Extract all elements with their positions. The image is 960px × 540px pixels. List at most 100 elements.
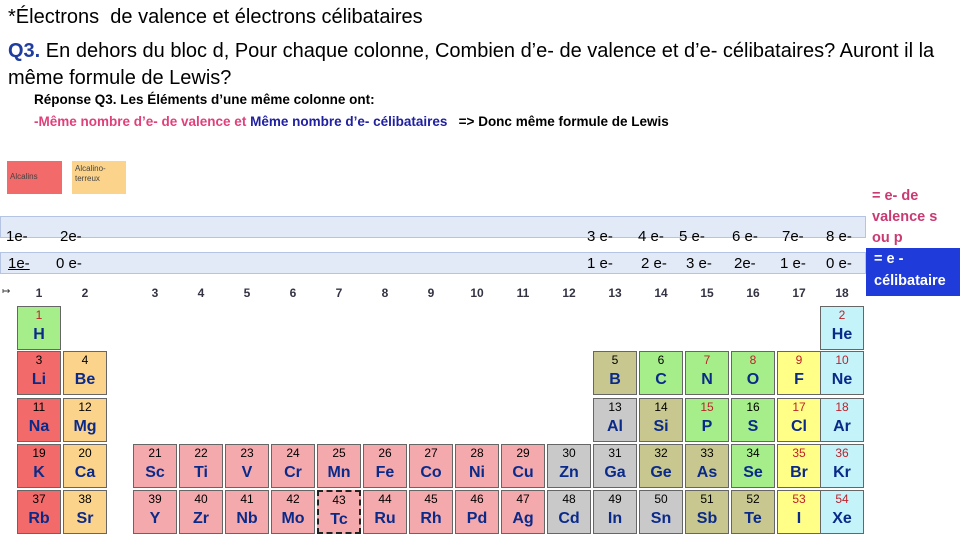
element-cell: 37 Rb: [17, 490, 61, 534]
page-title: *Électrons de valence et électrons célib…: [8, 6, 423, 28]
group-number: 13: [608, 286, 622, 300]
atomic-number: 50: [654, 492, 668, 506]
element-symbol: Zn: [559, 464, 579, 481]
element-symbol: Y: [149, 510, 161, 527]
element-symbol: Na: [28, 418, 50, 435]
element-cell: 45 Rh: [409, 490, 453, 534]
element-cell: 42 Mo: [271, 490, 315, 534]
question-prefix: Q3.: [8, 40, 41, 62]
celibataire-label: 1 e-: [780, 255, 806, 272]
element-symbol: Nb: [236, 510, 258, 527]
atomic-number: 49: [608, 492, 622, 506]
group-number: 18: [835, 286, 849, 300]
element-cell: 54 Xe: [820, 490, 864, 534]
atomic-number: 32: [654, 446, 668, 460]
element-cell: 41 Nb: [225, 490, 269, 534]
atomic-number: 24: [286, 446, 300, 460]
group-number: 16: [746, 286, 760, 300]
row-arrow-icon: ↦: [2, 286, 11, 297]
atomic-number: 30: [562, 446, 576, 460]
element-symbol: Ti: [194, 464, 208, 481]
element-cell: 33 As: [685, 444, 729, 488]
element-cell: 7N: [685, 351, 729, 395]
element-symbol: Ne: [831, 371, 853, 388]
note-valence: = e- de valence s ou p: [872, 188, 938, 246]
element-symbol: Ga: [604, 464, 626, 481]
group-number: 2: [81, 286, 89, 300]
atomic-number: 41: [240, 492, 254, 506]
element-cell: 3 Li: [17, 351, 61, 395]
element-cell: 22 Ti: [179, 444, 223, 488]
valence-label: 5 e-: [679, 228, 705, 245]
atomic-number: 8: [749, 353, 757, 367]
element-cell: 51 Sb: [685, 490, 729, 534]
atomic-number: 46: [470, 492, 484, 506]
valence-label: 2e-: [60, 228, 82, 245]
group-number: 11: [516, 286, 530, 300]
legend-alcalins: Alcalins: [7, 161, 62, 194]
element-cell: 10 Ne: [820, 351, 864, 395]
element-symbol: Be: [74, 371, 96, 388]
celibataire-label: 3 e-: [686, 255, 712, 272]
atomic-number: 10: [835, 353, 849, 367]
element-cell: 31 Ga: [593, 444, 637, 488]
element-symbol: Cu: [512, 464, 534, 481]
element-cell: 21 Sc: [133, 444, 177, 488]
element-symbol: Fe: [375, 464, 395, 481]
element-symbol: Cl: [791, 418, 807, 435]
atomic-number: 43: [332, 493, 346, 507]
element-symbol: He: [831, 326, 853, 343]
element-cell: 2 He: [820, 306, 864, 350]
element-symbol: Ar: [833, 418, 851, 435]
group-number: 7: [335, 286, 343, 300]
element-symbol: Xe: [832, 510, 852, 527]
atomic-number: 52: [746, 492, 760, 506]
element-symbol: N: [701, 371, 713, 388]
element-cell: 43 Tc: [317, 490, 361, 534]
celibataire-label: 0 e-: [826, 255, 852, 272]
element-cell: 5B: [593, 351, 637, 395]
element-symbol: Pd: [466, 510, 488, 527]
element-symbol: Ru: [374, 510, 396, 527]
element-cell: 52 Te: [731, 490, 775, 534]
group-number: 10: [470, 286, 484, 300]
atomic-number: 14: [654, 400, 668, 414]
element-cell: 14 Si: [639, 398, 683, 442]
element-symbol: Cr: [284, 464, 302, 481]
element-cell: 13 Al: [593, 398, 637, 442]
element-cell: 26 Fe: [363, 444, 407, 488]
element-symbol: B: [609, 371, 621, 388]
element-symbol: Sb: [696, 510, 718, 527]
element-symbol: Sc: [145, 464, 165, 481]
valence-label: 8 e-: [826, 228, 852, 245]
element-symbol: Li: [31, 371, 47, 388]
atomic-number: 31: [608, 446, 622, 460]
element-symbol: In: [607, 510, 623, 527]
element-symbol: Sn: [650, 510, 672, 527]
group-number: 14: [654, 286, 668, 300]
group-number: 15: [700, 286, 714, 300]
atomic-number: 4: [81, 353, 89, 367]
element-cell: 46 Pd: [455, 490, 499, 534]
atomic-number: 40: [194, 492, 208, 506]
atomic-number: 29: [516, 446, 530, 460]
note-celibataire: = e - célibataire: [866, 248, 960, 296]
question-q3: Q3. En dehors du bloc d, Pour chaque col…: [8, 38, 938, 92]
answer-line-2: -Même nombre d’e- de valence et Même nom…: [34, 114, 669, 129]
element-symbol: P: [701, 418, 713, 435]
element-symbol: Zr: [193, 510, 209, 527]
element-symbol: K: [33, 464, 45, 481]
atomic-number: 38: [78, 492, 92, 506]
element-cell: 9F: [777, 351, 821, 395]
atomic-number: 23: [240, 446, 254, 460]
celibataire-label: 2e-: [734, 255, 756, 272]
question-text: En dehors du bloc d, Pour chaque colonne…: [8, 40, 935, 89]
element-symbol: S: [747, 418, 759, 435]
element-symbol: Kr: [833, 464, 851, 481]
atomic-number: 22: [194, 446, 208, 460]
atomic-number: 15: [700, 400, 714, 414]
atomic-number: 47: [516, 492, 530, 506]
atomic-number: 44: [378, 492, 392, 506]
element-symbol: Br: [790, 464, 808, 481]
atomic-number: 7: [703, 353, 711, 367]
